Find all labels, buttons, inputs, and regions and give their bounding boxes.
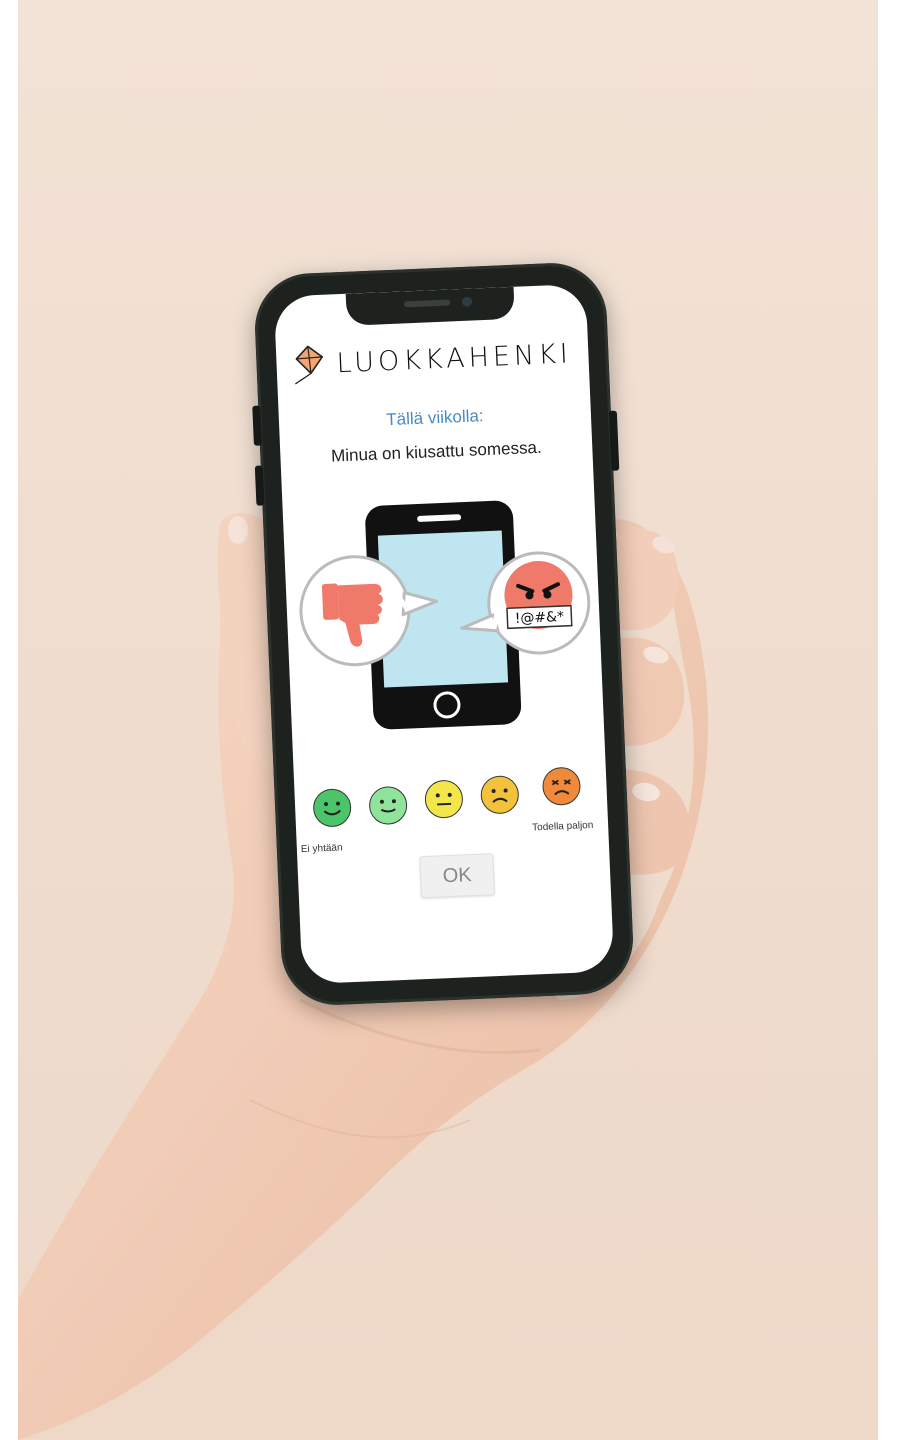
scale-max-label: Todella paljon: [531, 819, 594, 834]
brand-name: LUOKKAHENKI: [335, 337, 573, 379]
phone: LUOKKAHENKI Tällä viikolla: Minua on kiu…: [252, 260, 636, 1008]
sad-face-icon: [491, 788, 508, 803]
neutral-face-icon: [435, 792, 452, 806]
week-label: Tällä viikolla:: [385, 406, 484, 430]
rating-angry-option[interactable]: [541, 766, 582, 806]
camera: [461, 296, 473, 307]
grawlix-text: !@#&*: [514, 609, 564, 627]
app-screen: LUOKKAHENKI Tällä viikolla: Minua on kiu…: [273, 283, 615, 985]
rating-happy-option[interactable]: [368, 785, 408, 826]
speaker: [404, 299, 451, 308]
happy-face-icon: [379, 799, 396, 813]
angry-face-icon: [551, 779, 571, 796]
cyberbullying-illustration: !@#&*: [299, 500, 591, 730]
scale-min-label: Ei yhtään: [300, 842, 343, 856]
kite-icon: [295, 345, 324, 385]
question-text: Minua on kiusattu somessa.: [330, 437, 543, 466]
rating-sad-option[interactable]: [480, 775, 520, 815]
rating-neutral-option[interactable]: [424, 779, 464, 819]
very-happy-face-icon: [323, 801, 341, 816]
notch: [345, 286, 515, 326]
rating-very-happy-option[interactable]: [312, 788, 352, 828]
volume-button: [252, 405, 262, 446]
volume-button: [254, 465, 265, 506]
app-logo: LUOKKAHENKI: [290, 332, 573, 386]
ok-button[interactable]: OK: [419, 853, 495, 899]
